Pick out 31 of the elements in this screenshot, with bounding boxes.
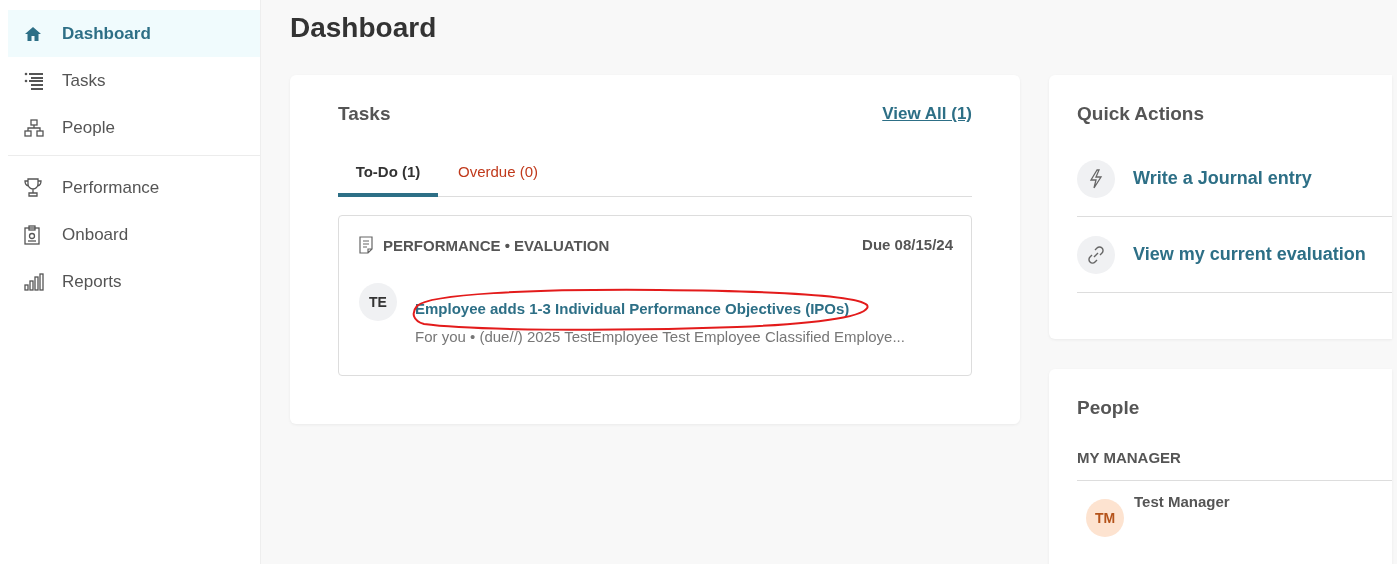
due-date: Due 08/15/24 bbox=[862, 236, 953, 254]
section-label: MY MANAGER bbox=[1077, 449, 1392, 481]
home-icon bbox=[24, 25, 42, 42]
org-chart-icon bbox=[24, 118, 44, 137]
sidebar-item[interactable]: Tasks bbox=[8, 57, 260, 104]
quick-action-link[interactable]: Write a Journal entry bbox=[1133, 168, 1312, 189]
sidebar-item[interactable]: Reports bbox=[8, 258, 260, 305]
sidebar-item[interactable]: Dashboard bbox=[8, 10, 260, 57]
view-all-link[interactable]: View All (1) bbox=[882, 104, 972, 124]
card-title: Quick Actions bbox=[1077, 103, 1206, 125]
avatar: TE bbox=[359, 283, 397, 321]
tab[interactable]: Overdue (0) bbox=[448, 155, 548, 197]
quick-action-link[interactable]: View my current evaluation bbox=[1133, 244, 1366, 265]
list-icon bbox=[24, 71, 44, 90]
trophy-icon bbox=[24, 177, 42, 198]
sidebar-item[interactable]: Performance bbox=[8, 164, 260, 211]
sidebar-item[interactable]: Onboard bbox=[8, 211, 260, 258]
task-category: PERFORMANCE • EVALUATION bbox=[383, 236, 610, 254]
bar-chart-icon bbox=[24, 272, 44, 291]
page-title: Dashboard bbox=[290, 12, 438, 44]
card-title: Tasks bbox=[338, 103, 391, 125]
manager-name[interactable]: Test Manager bbox=[1134, 493, 1230, 537]
tab[interactable]: To-Do (1) bbox=[338, 155, 438, 197]
lightning-icon bbox=[1077, 159, 1115, 198]
document-icon bbox=[359, 236, 373, 254]
avatar: TM bbox=[1086, 499, 1124, 537]
card-title: People bbox=[1077, 397, 1141, 419]
task-details: For you • (due//) 2025 TestEmployee Test Employee Classified Employe... bbox=[415, 328, 905, 345]
link-icon bbox=[1077, 235, 1115, 274]
sidebar-item[interactable]: People bbox=[8, 104, 260, 151]
id-badge-icon bbox=[24, 224, 40, 245]
